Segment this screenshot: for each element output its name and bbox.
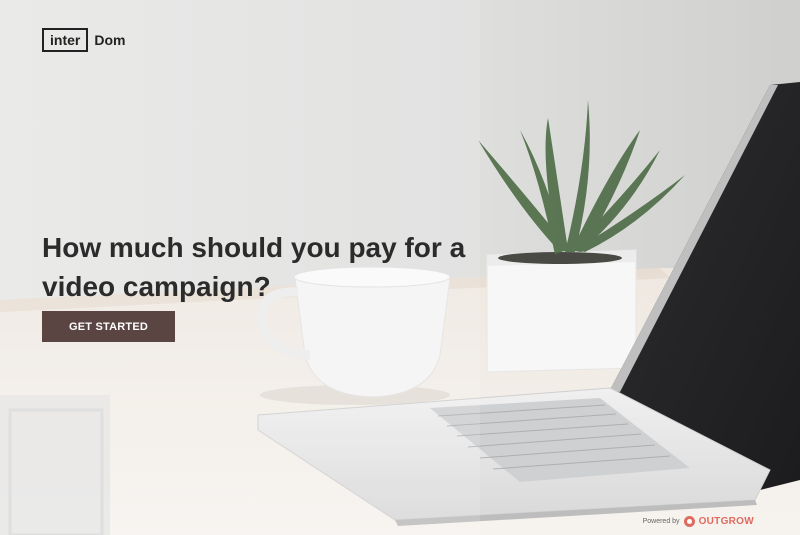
hero-headline: How much should you pay for a video camp… bbox=[42, 232, 466, 302]
hero-section: inter Dom How much should you pay for a … bbox=[0, 0, 800, 535]
logo-part-dom: Dom bbox=[94, 32, 126, 48]
brand-logo[interactable]: inter Dom bbox=[42, 28, 125, 52]
powered-by-outgrow[interactable]: Powered by OUTGROW bbox=[643, 516, 754, 527]
logo-part-inter: inter bbox=[42, 28, 89, 52]
outgrow-logo-icon bbox=[683, 516, 695, 527]
get-started-button[interactable]: GET STARTED bbox=[42, 311, 175, 342]
powered-by-label: Powered by bbox=[642, 518, 680, 525]
outgrow-brand-label: OUTGROW bbox=[698, 516, 754, 527]
